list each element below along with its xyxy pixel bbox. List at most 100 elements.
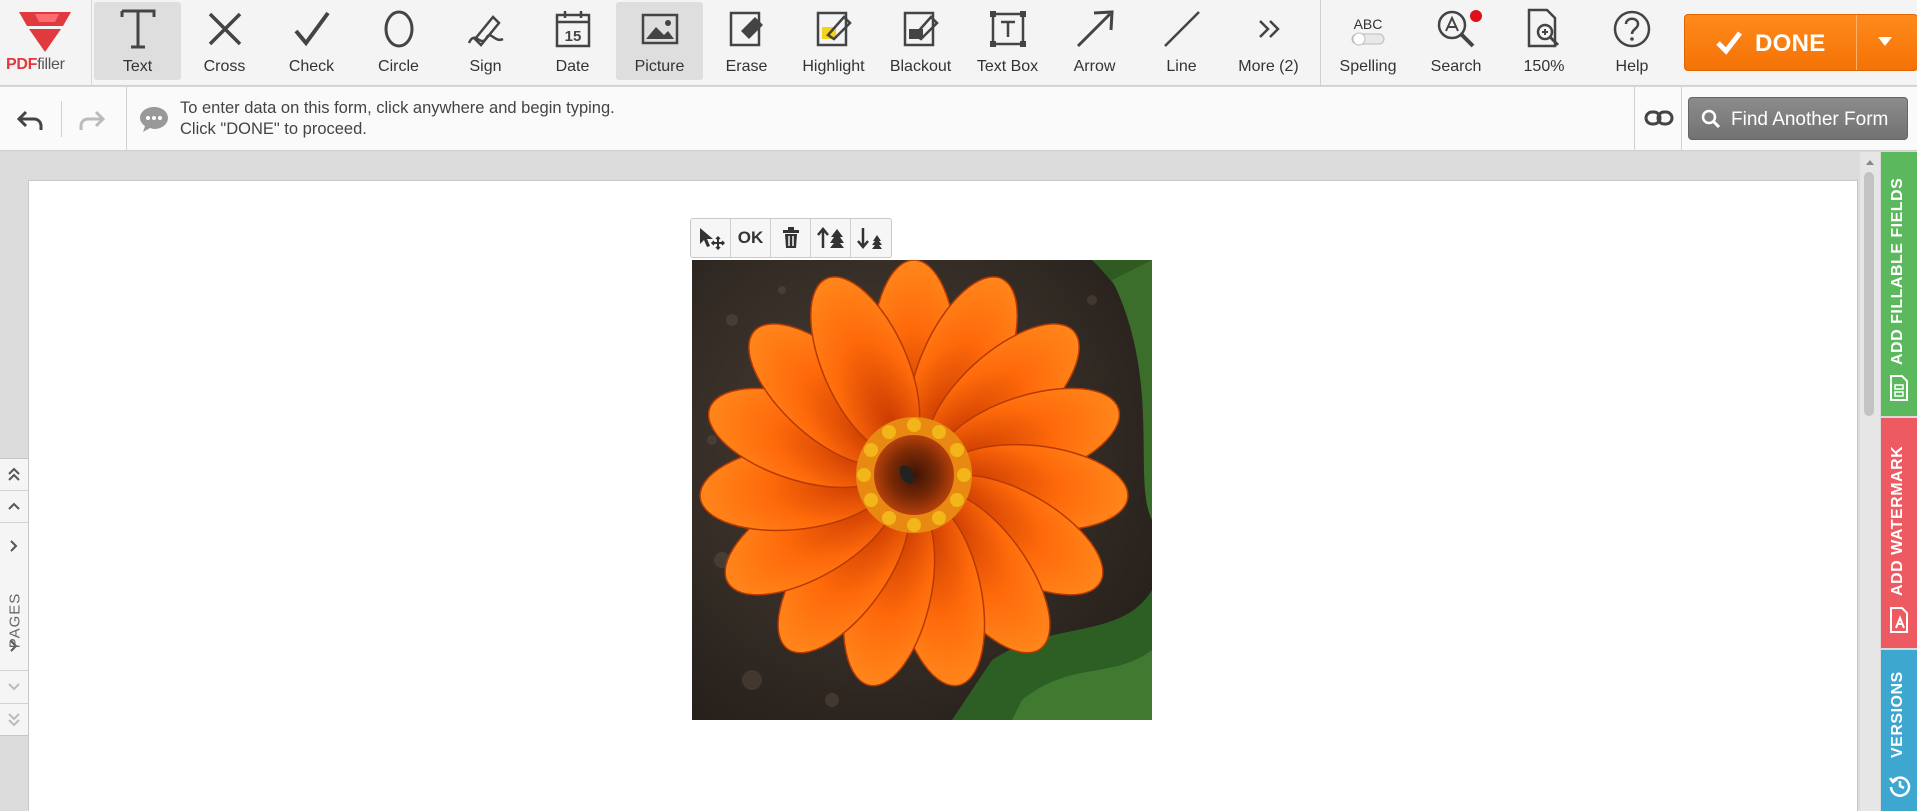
pages-label-text: PAGES <box>6 592 24 649</box>
flower-image <box>692 260 1152 720</box>
tool-label: More (2) <box>1238 58 1299 75</box>
toolbar-divider <box>1320 0 1321 86</box>
picture-icon <box>641 13 678 45</box>
move-pointer-icon <box>699 228 725 250</box>
tool-highlight[interactable]: Highlight <box>790 2 877 80</box>
tool-label: Blackout <box>889 58 952 75</box>
undo-button[interactable] <box>12 105 48 135</box>
prev-page-button[interactable] <box>0 491 28 521</box>
chevron-up-icon <box>8 502 20 510</box>
expand-pages-button[interactable] <box>0 531 28 561</box>
spelling-toggle-icon[interactable] <box>1351 32 1385 46</box>
chevron-right-icon <box>10 540 18 552</box>
link-button[interactable] <box>1640 99 1678 137</box>
info-bar: To enter data on this form, click anywhe… <box>0 87 1917 151</box>
tool-label: 150% <box>1523 58 1565 75</box>
send-backward-button[interactable] <box>851 219 891 257</box>
first-page-button[interactable] <box>0 459 28 489</box>
textbox-icon <box>989 11 1026 47</box>
add-fillable-fields-tab[interactable]: ADD FILLABLE FIELDS <box>1881 152 1917 416</box>
tool-label: Cross <box>203 58 246 75</box>
tool-blackout[interactable]: Blackout <box>877 2 964 80</box>
tool-text[interactable]: Text <box>94 2 181 80</box>
scrollbar-thumb[interactable] <box>1864 172 1874 416</box>
pdffiller-logo[interactable]: PDFfiller <box>0 0 92 86</box>
tool-textbox[interactable]: Text Box <box>964 2 1051 80</box>
scroll-up-arrow-icon[interactable] <box>1865 158 1875 166</box>
ok-button[interactable]: OK <box>731 219 771 257</box>
history-icon <box>1889 776 1911 797</box>
sign-icon <box>467 15 504 47</box>
tool-picture[interactable]: Picture <box>616 2 703 80</box>
tool-line[interactable]: Line <box>1138 2 1225 80</box>
next-page-button[interactable] <box>0 672 28 702</box>
logo-text-pdf: PDF <box>6 56 38 73</box>
find-another-form-button[interactable]: Find Another Form <box>1688 97 1908 140</box>
highlight-icon <box>816 11 852 47</box>
redo-button[interactable] <box>74 105 110 135</box>
tool-circle[interactable]: Circle <box>355 2 442 80</box>
tool-arrow[interactable]: Arrow <box>1051 2 1138 80</box>
tool-spelling[interactable]: ABC Spelling <box>1324 2 1412 80</box>
done-label: DONE <box>1755 30 1826 57</box>
zoom-icon <box>1527 8 1560 48</box>
bring-forward-icon <box>816 227 844 248</box>
chevron-down-icon <box>8 683 20 691</box>
image-toolbar: OK <box>690 218 892 258</box>
line-icon <box>1163 11 1200 47</box>
spelling-badge: ABC <box>1353 16 1383 32</box>
bring-forward-button[interactable] <box>811 219 851 257</box>
tool-label: Text Box <box>976 58 1039 75</box>
pages-label[interactable]: PAGES <box>1 590 27 650</box>
done-split-divider <box>1856 15 1857 70</box>
tool-help[interactable]: Help <box>1588 2 1676 80</box>
tool-label: Line <box>1166 58 1197 75</box>
fillable-fields-icon <box>1890 375 1908 401</box>
add-watermark-tab[interactable]: ADD WATERMARK <box>1881 418 1917 648</box>
chat-bubble-icon <box>140 107 168 132</box>
calendar-day: 15 <box>564 28 581 45</box>
tool-cross[interactable]: Cross <box>181 2 268 80</box>
double-chevron-down-icon <box>8 713 20 727</box>
tool-label: Check <box>288 58 335 75</box>
tool-label: Highlight <box>802 58 865 75</box>
tool-erase[interactable]: Erase <box>703 2 790 80</box>
circle-icon <box>384 10 413 48</box>
search-notification-dot <box>1470 10 1482 22</box>
tool-label: Circle <box>378 58 419 75</box>
cross-icon <box>208 12 241 46</box>
move-button[interactable] <box>691 219 731 257</box>
done-button[interactable]: DONE <box>1684 14 1917 71</box>
eraser-icon <box>729 11 763 47</box>
pdffiller-logo-icon <box>19 12 71 52</box>
logo-text-filler: filler <box>37 56 65 73</box>
tool-check[interactable]: Check <box>268 2 355 80</box>
tool-search[interactable]: Search <box>1412 2 1500 80</box>
tool-label: Arrow <box>1073 58 1116 75</box>
versions-label: VERSIONS <box>1889 671 1906 758</box>
undo-redo-divider <box>61 101 62 137</box>
watermark-icon <box>1890 607 1908 633</box>
last-page-button[interactable] <box>0 705 28 735</box>
tool-date[interactable]: 15 Date <box>529 2 616 80</box>
add-watermark-label: ADD WATERMARK <box>1889 445 1906 596</box>
tool-label: Search <box>1430 58 1482 75</box>
tool-group: Text Cross Check Circle Sign 15 Date Pic… <box>94 2 1312 82</box>
info-message-line1: To enter data on this form, click anywhe… <box>180 99 615 117</box>
tool-label: Spelling <box>1339 58 1397 75</box>
calendar-icon: 15 <box>555 11 590 48</box>
main-toolbar: PDFfiller Text Cross Check Circle Sign 1… <box>0 0 1917 86</box>
find-another-form-label: Find Another Form <box>1731 109 1889 130</box>
tool-more[interactable]: More (2) <box>1225 2 1312 80</box>
inserted-picture[interactable] <box>692 260 1152 720</box>
versions-tab[interactable]: VERSIONS <box>1881 650 1917 811</box>
check-icon <box>293 11 330 47</box>
info-message-line2: Click "DONE" to proceed. <box>180 120 367 138</box>
tool-zoom[interactable]: 150% <box>1500 2 1588 80</box>
double-chevron-up-icon <box>8 467 20 481</box>
tool-label: Text <box>122 58 153 75</box>
info-divider <box>126 87 127 151</box>
caret-down-icon[interactable] <box>1877 35 1893 47</box>
delete-button[interactable] <box>771 219 811 257</box>
tool-sign[interactable]: Sign <box>442 2 529 80</box>
